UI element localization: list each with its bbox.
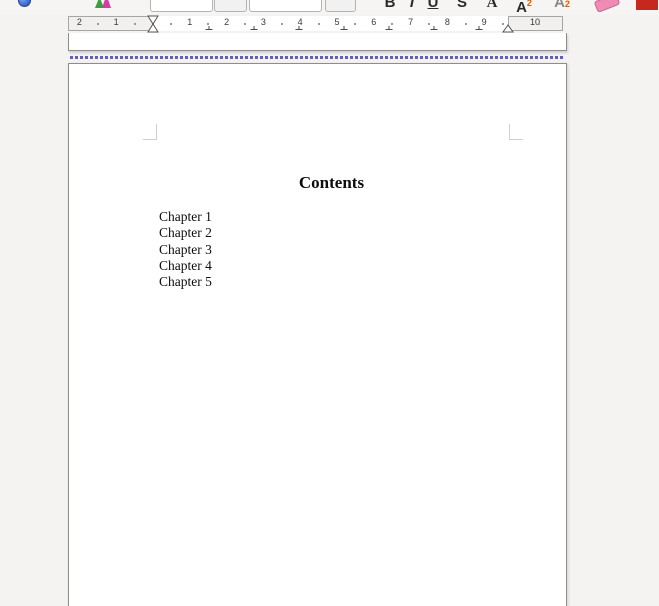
font-color-icon[interactable]: A bbox=[483, 0, 501, 13]
horizontal-ruler[interactable]: 2 1 1 2 3 4 5 6 7 8 9 10 bbox=[68, 15, 563, 34]
ruler-number: 2 bbox=[224, 17, 230, 27]
ruler-number: 1 bbox=[187, 17, 193, 27]
ruler-halftick bbox=[538, 23, 541, 25]
ruler-halftick bbox=[280, 23, 283, 25]
ruler-halftick bbox=[207, 23, 210, 25]
chapter-line[interactable]: Chapter 4 bbox=[159, 258, 419, 274]
ruler-number-margin: 2 bbox=[76, 17, 82, 27]
font-size-input[interactable] bbox=[249, 0, 322, 12]
chapter-list[interactable]: Chapter 1 Chapter 2 Chapter 3 Chapter 4 Chap… bbox=[159, 209, 419, 290]
bold-icon[interactable]: B bbox=[381, 0, 399, 13]
ruler-number: 7 bbox=[408, 17, 414, 27]
chapter-line[interactable]: Chapter 3 bbox=[159, 242, 419, 258]
subscript-mark: 2 bbox=[564, 0, 570, 9]
default-tabstop-mark[interactable] bbox=[475, 26, 483, 30]
navigator-icon[interactable] bbox=[18, 0, 31, 7]
ruler-halftick bbox=[96, 23, 99, 25]
ruler-halftick bbox=[244, 23, 246, 25]
default-tabstop-mark[interactable] bbox=[385, 26, 393, 30]
font-name-dropdown[interactable] bbox=[214, 0, 247, 12]
ruler-number-margin: 10 bbox=[529, 17, 541, 27]
ruler-row: 2 1 1 2 3 4 5 6 7 8 9 10 bbox=[0, 14, 659, 34]
page-2[interactable]: Contents Chapter 1 Chapter 2 Chapter 3 Chap… bbox=[68, 63, 567, 606]
ruler-number: 3 bbox=[260, 17, 266, 27]
underline-icon[interactable]: U bbox=[424, 0, 442, 13]
chapter-line[interactable]: Chapter 2 bbox=[159, 225, 419, 241]
right-indent-marker[interactable] bbox=[502, 24, 514, 33]
ruler-halftick bbox=[428, 23, 430, 25]
default-tabstop-mark[interactable] bbox=[430, 26, 438, 30]
ruler-halftick bbox=[391, 23, 394, 25]
default-tabstop-mark[interactable] bbox=[295, 26, 303, 30]
gallery-icon[interactable] bbox=[95, 0, 111, 8]
page-1-bottom[interactable] bbox=[68, 33, 567, 51]
ruler-halftick bbox=[133, 23, 136, 25]
subscript-icon[interactable]: A2 bbox=[551, 0, 573, 13]
superscript-base: A bbox=[516, 0, 527, 14]
left-indent-marker[interactable] bbox=[147, 15, 159, 34]
subscript-base: A bbox=[554, 0, 565, 11]
text-boundary-corner-top-right bbox=[509, 124, 523, 140]
font-name-input[interactable] bbox=[150, 0, 213, 12]
ruler-halftick bbox=[317, 23, 320, 25]
ruler-number-margin: 1 bbox=[113, 17, 119, 27]
ruler-number: 5 bbox=[334, 17, 340, 27]
default-tabstop-mark[interactable] bbox=[205, 26, 213, 30]
gallery-icon-part bbox=[102, 0, 111, 8]
document-heading[interactable]: Contents bbox=[154, 173, 509, 193]
chapter-line[interactable]: Chapter 5 bbox=[159, 274, 419, 290]
writer-window: B I U S A A2 A2 2112345678910 bbox=[0, 0, 659, 606]
formatting-toolbar: B I U S A A2 A2 bbox=[0, 0, 659, 14]
default-tabstop-mark[interactable] bbox=[340, 26, 348, 30]
font-size-dropdown[interactable] bbox=[325, 0, 356, 12]
ruler-halftick bbox=[170, 23, 173, 25]
italic-icon[interactable]: I bbox=[403, 0, 421, 13]
highlight-color-swatch[interactable] bbox=[636, 0, 658, 10]
ruler-number: 8 bbox=[444, 17, 450, 27]
page-break-line bbox=[70, 56, 563, 59]
chapter-line[interactable]: Chapter 1 bbox=[159, 209, 419, 225]
ruler-halftick bbox=[501, 23, 504, 25]
ruler-halftick bbox=[354, 23, 357, 25]
ruler-number: 6 bbox=[371, 17, 377, 27]
ruler-halftick bbox=[464, 23, 467, 25]
superscript-icon[interactable]: A2 bbox=[513, 0, 535, 14]
superscript-mark: 2 bbox=[526, 0, 532, 8]
strikethrough-icon[interactable]: S bbox=[453, 0, 471, 13]
text-boundary-corner-top-left bbox=[143, 124, 157, 140]
clear-formatting-icon[interactable] bbox=[593, 0, 621, 14]
default-tabstop-mark[interactable] bbox=[250, 26, 258, 30]
